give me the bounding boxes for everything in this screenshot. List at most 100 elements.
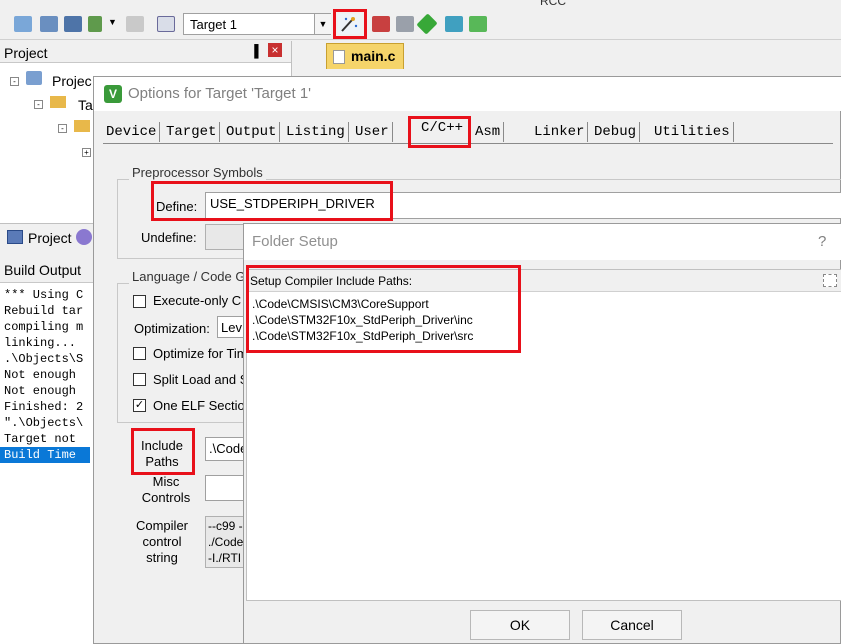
include-paths-input[interactable]: .\Code [205,437,245,461]
c-cpp-tab-highlight [408,116,471,148]
tree-expander-icon[interactable]: - [10,77,19,86]
target-select-arrow-icon[interactable]: ▼ [314,14,331,34]
compiler-label-line: Compiler [135,518,188,533]
target-folder-icon [50,96,66,108]
target-select-value: Target 1 [190,17,237,32]
folder-setup-dialog: Folder Setup ? Setup Compiler Include Pa… [243,223,841,644]
compiler-string-line: ./Code [208,535,244,549]
books-tab-icon[interactable] [76,229,92,245]
log-line: Not enough [4,368,77,382]
new-folder-icon[interactable] [823,274,837,287]
log-line: ".\Objects\ [4,416,84,430]
log-line: linking... [4,336,77,350]
download-icon[interactable] [157,16,175,32]
compiler-control-string: --c99 - ./Code -I./RTI [205,516,245,568]
cancel-button[interactable]: Cancel [582,610,682,640]
execute-only-label: Execute-only C [153,293,242,308]
tree-expander-icon[interactable]: + [82,148,91,157]
compiler-label-line: string [146,550,178,565]
tab-listing[interactable]: Listing [283,122,349,142]
log-line: Rebuild tar [4,304,84,318]
misc-label-line: Misc [152,474,180,489]
options-title: Options for Target 'Target 1' [128,85,312,102]
include-paths-highlight [131,428,195,475]
tab-linker[interactable]: Linker [531,122,589,142]
pin-icon[interactable]: ▐ [250,44,259,58]
build-icon[interactable] [40,16,58,32]
split-load-label: Split Load and S [153,372,249,387]
project-bottom-tabs: Project [0,223,95,250]
tab-asm[interactable]: Asm [472,122,505,142]
file-extensions-icon[interactable] [396,16,414,32]
tab-utilities[interactable]: Utilities [651,122,734,142]
folder-title-bar: Folder Setup ? [244,224,841,260]
optimize-time-label: Optimize for Tim [153,346,248,361]
rebuild-icon[interactable] [64,16,82,32]
project-pane-title: Project [4,45,48,61]
pack-installer-icon[interactable] [416,13,438,35]
tab-output[interactable]: Output [223,122,281,142]
log-line: Not enough [4,384,77,398]
ok-button[interactable]: OK [470,610,570,640]
tab-user[interactable]: User [352,122,393,142]
compiler-label-line: control [142,534,182,549]
translate-icon[interactable] [14,16,32,32]
language-group-label: Language / Code G [129,269,249,284]
batch-dropdown-icon[interactable]: ▼ [108,17,117,27]
undefine-label: Undefine: [141,230,197,245]
optimize-time-checkbox[interactable] [133,347,146,360]
close-pane-icon[interactable]: × [268,43,282,57]
editor-tab-main-c[interactable]: main.c [326,43,404,69]
folder-setup-title: Folder Setup [252,233,338,250]
tab-target[interactable]: Target [163,122,221,142]
manage-components-icon[interactable] [372,16,390,32]
stop-build-icon[interactable] [126,16,144,32]
project-root-icon [26,71,42,85]
tree-expander-icon[interactable]: - [34,100,43,109]
c-file-icon [333,50,345,64]
options-target-highlight [333,9,367,39]
misc-controls-input[interactable] [205,475,245,501]
preprocessor-group-label: Preprocessor Symbols [129,165,266,180]
misc-label-line: Controls [141,490,191,505]
undefine-input[interactable] [205,224,245,250]
one-elf-label: One ELF Sectio [153,398,245,413]
log-line: Finished: 2 [4,400,84,414]
ok-button-label: OK [509,617,531,633]
build-output-title: Build Output [0,258,94,283]
log-line: .\Objects\S [4,352,84,366]
compiler-control-label: Compiler control string [126,518,198,566]
log-line-selected[interactable]: Build Time [0,447,90,463]
help-icon[interactable]: ? [818,233,826,250]
one-elf-checkbox[interactable]: ✓ [133,399,146,412]
tree-item-target[interactable]: Ta [78,97,93,113]
log-line: compiling m [4,320,84,334]
log-line: Target not [4,432,77,446]
options-title-bar: V Options for Target 'Target 1' [94,77,841,111]
log-line: *** Using C [4,288,84,302]
compiler-string-line: --c99 - [208,519,243,533]
project-pane-header: Project ▐ × [0,41,291,63]
top-tab-partial[interactable]: RCC [540,0,566,8]
build-output-pane: Build Output *** Using C Rebuild tar com… [0,258,95,644]
execute-only-checkbox[interactable] [133,295,146,308]
tab-debug[interactable]: Debug [591,122,641,142]
tree-item-project[interactable]: Projec [52,73,92,89]
optimization-label: Optimization: [134,321,210,336]
include-paths-value: .\Code [209,441,244,456]
tab-device[interactable]: Device [103,122,161,142]
editor-tab-label: main.c [351,48,396,64]
project-tab[interactable]: Project [28,230,72,246]
select-packs-icon[interactable] [445,16,463,32]
split-load-checkbox[interactable] [133,373,146,386]
rte-icon[interactable] [469,16,487,32]
compiler-string-line: -I./RTI [208,551,242,565]
target-select[interactable]: Target 1 [183,13,331,35]
batch-build-icon[interactable] [88,16,102,32]
paths-highlight [246,265,521,353]
group-folder-icon [74,120,90,132]
toolbar: ▼ Target 1 ▼ RCC [0,0,841,40]
tree-expander-icon[interactable]: - [58,124,67,133]
project-tab-icon [7,230,23,244]
define-highlight [151,181,393,221]
